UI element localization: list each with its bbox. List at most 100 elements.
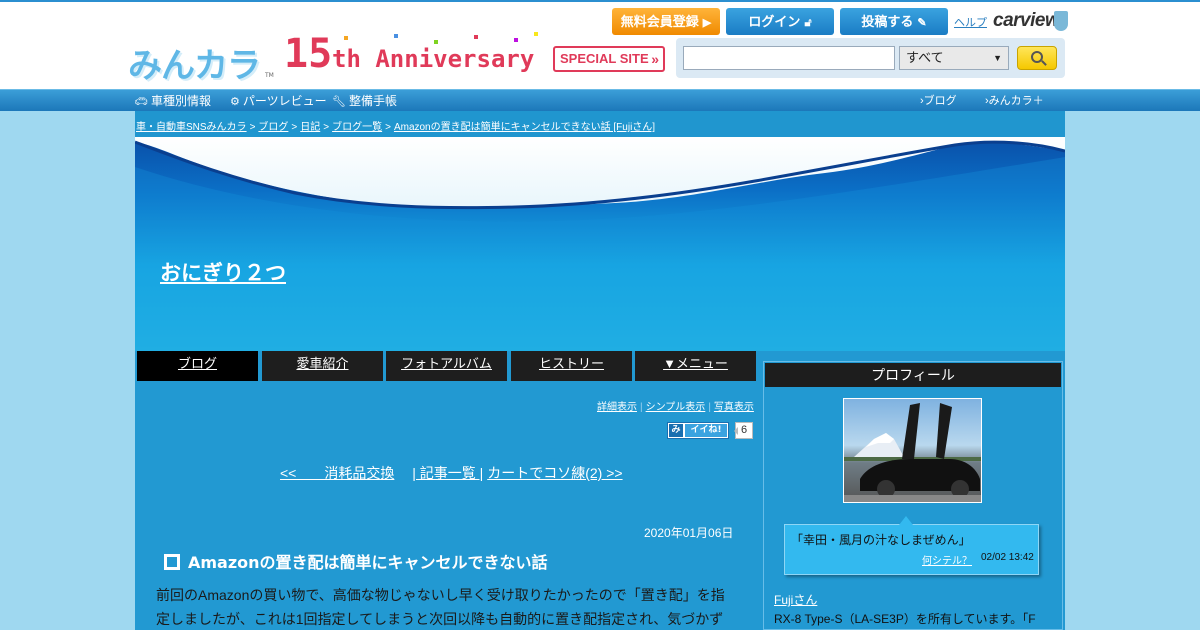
search-button[interactable] [1017,46,1057,70]
confetti-icon [514,38,518,42]
post-list-link[interactable]: | 記事一覧 | [412,465,483,481]
login-button[interactable]: ログイン 🔓︎ [726,8,834,35]
breadcrumb-item[interactable]: Amazonの置き配は簡単にキャンセルできない話 [Fujiさん] [394,122,655,133]
view-detail-link[interactable]: 詳細表示 [597,402,637,413]
like-count: 6 [734,422,753,439]
minkara-mini-icon: み [669,424,683,437]
anniversary-banner[interactable]: 15 th Anniversary [284,32,546,78]
blog-header-banner: おにぎり２つ [135,137,1065,351]
breadcrumb-sep: > [249,122,256,133]
nav-blog-label: ブログ [923,95,957,107]
confetti-icon [394,34,398,38]
global-nav: 🚗︎ 車種別情報 ⚙ パーツレビュー 🔧︎ 整備手帳 ›ブログ ›みんカラ＋ [0,89,1200,111]
register-button[interactable]: 無料会員登録 ▶ [612,8,720,35]
profile-name-link[interactable]: Fujiさん [774,591,817,608]
blog-title[interactable]: おにぎり２つ [160,257,286,287]
register-label: 無料会員登録 [620,14,699,29]
profile-description: RX-8 Type-S（LA-SE3P）を所有しています。「F [774,612,1036,626]
wrench-icon: 🔧︎ [332,96,346,108]
dropdown-arrow-icon: ▼ [993,53,1002,63]
search-input[interactable] [683,46,895,70]
login-label: ログイン [748,14,801,29]
search-icon-handle [1041,60,1047,66]
search-category-value: すべて [906,50,944,65]
confetti-icon [344,36,348,40]
like-widget: み イイね! 6 [667,422,753,440]
water-wave-image [135,137,1065,351]
minkara-logo[interactable]: みんカラ TM [128,38,274,86]
carview-mark-icon [1054,11,1068,31]
post-date: 2020年01月06日 [644,526,734,540]
carview-logo[interactable]: carview [993,10,1060,32]
nav-maintenance[interactable]: 🔧︎ 整備手帳 [332,92,397,111]
confetti-icon [474,35,478,39]
lock-icon: 🔓︎ [804,17,812,29]
nav-maintenance-label: 整備手帳 [348,94,397,108]
post-pager: << 消耗品交換 | 記事一覧 | カートでコソ練(2) >> [280,463,623,483]
blog-tabs: ブログ 愛車紹介 フォトアルバム ヒストリー ▼メニュー [135,351,760,381]
post-button[interactable]: 投稿する ✎ [840,8,948,35]
breadcrumb-item[interactable]: ブログ一覧 [332,122,382,133]
nav-minkara-plus-label: みんカラ＋ [988,95,1044,107]
tab-menu[interactable]: ▼メニュー [635,351,756,381]
double-chevron-icon: » [651,51,659,67]
tab-car-intro[interactable]: 愛車紹介 [262,351,383,381]
help-link[interactable]: ヘルプ [954,14,987,30]
nav-minkara-plus[interactable]: ›みんカラ＋ [985,92,1044,110]
confetti-icon [534,32,538,36]
view-mode-links: 詳細表示 | シンプル表示 | 写真表示 [597,398,754,413]
status-bubble: 「幸田・風月の汁なしまぜめん」 何シテル？ 02/02 13:42 [784,516,1039,575]
blog-main: 車・自動車SNSみんカラ > ブログ > 日記 > ブログ一覧 > Amazonの置き配は簡単に… [135,111,1065,630]
breadcrumb-sep: > [385,122,391,133]
post-title-text: Amazonの置き配は簡単にキャンセルできない話 [188,553,548,572]
tab-history[interactable]: ヒストリー [511,351,632,381]
next-post-link[interactable]: カートでコソ練(2) >> [487,465,622,481]
logo-text: みんカラ [128,46,261,86]
square-bullet-icon [164,554,180,570]
tab-photo-album[interactable]: フォトアルバム [386,351,507,381]
like-button[interactable]: み イイね! [667,422,729,439]
breadcrumb-item[interactable]: 日記 [300,122,320,133]
special-site-label: SPECIAL SITE [560,51,649,66]
nav-car-info-label: 車種別情報 [150,94,211,108]
post-title: Amazonの置き配は簡単にキャンセルできない話 [164,549,548,573]
breadcrumb: 車・自動車SNSみんカラ > ブログ > 日記 > ブログ一覧 > Amazonの置き配は簡単に… [135,111,1065,137]
breadcrumb-item[interactable]: ブログ [258,122,288,133]
profile-heading: プロフィール [765,363,1061,387]
tab-blog[interactable]: ブログ [137,351,258,381]
anniversary-number: 15 [284,31,333,77]
like-label: イイね! [685,424,727,437]
breadcrumb-sep: > [323,122,330,133]
car-photo-image [844,403,981,502]
nav-parts-review-label: パーツレビュー [242,94,327,108]
profile-panel: プロフィール 「幸田・風月の汁なしまぜめん」 何シテル？ 02/02 13:42… [763,361,1063,630]
view-photo-link[interactable]: 写真表示 [714,402,754,413]
logo-tm: TM [265,72,274,79]
confetti-icon [434,40,438,44]
view-simple-link[interactable]: シンプル表示 [646,402,706,413]
nav-parts-review[interactable]: ⚙ パーツレビュー [230,92,327,111]
divider: | [640,402,643,413]
breadcrumb-sep: > [291,122,298,133]
site-header: みんカラ TM 15 th Anniversary SPECIAL SITE »… [0,2,1200,89]
divider: | [708,402,711,413]
post-body: 前回のAmazonの買い物で、高価な物じゃないし早く受け取りたかったので「置き配… [156,583,736,630]
what-doing-link[interactable]: 何シテル？ [922,552,972,567]
nav-blog[interactable]: ›ブログ [920,92,957,110]
profile-photo[interactable] [843,398,982,503]
play-icon: ▶ [702,17,712,29]
breadcrumb-item[interactable]: 車・自動車SNSみんカラ [136,122,247,133]
gear-icon: ⚙ [230,96,240,108]
anniversary-word: th Anniversary [332,45,535,73]
search-category-select[interactable]: すべて ▼ [899,46,1009,70]
nav-car-info[interactable]: 🚗︎ 車種別情報 [134,92,211,111]
car-icon: 🚗︎ [134,96,148,108]
post-body-line: 前回のAmazonの買い物で、高価な物じゃないし早く受け取りたかったので「置き配… [156,587,725,603]
prev-post-link[interactable]: << 消耗品交換 [280,465,394,481]
pen-icon: ✎ [917,17,927,29]
search-bar: すべて ▼ [676,38,1065,78]
post-label: 投稿する [861,14,914,29]
status-text: 「幸田・風月の汁なしまぜめん」 [791,533,971,547]
status-timestamp: 02/02 13:42 [981,552,1034,563]
special-site-button[interactable]: SPECIAL SITE » [553,46,665,72]
